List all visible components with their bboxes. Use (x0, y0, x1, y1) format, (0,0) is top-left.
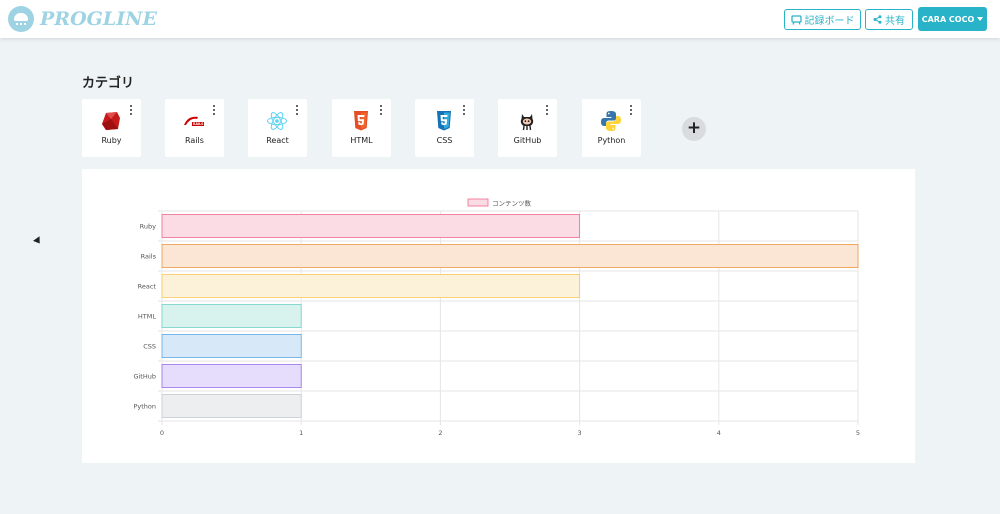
chart-panel: 0 1 2 3 4 5 Ruby Rails React HTML CSS GitHub Python コ… (82, 169, 915, 463)
mouse-cursor-icon (33, 236, 43, 246)
kebab-menu-icon[interactable] (129, 105, 133, 117)
react-icon (267, 112, 287, 130)
kebab-menu-icon[interactable] (212, 105, 216, 117)
legend-swatch (467, 198, 489, 207)
kebab-menu-icon[interactable] (545, 105, 549, 117)
y-tick-label: React (138, 283, 157, 291)
page-title: カテゴリ (82, 76, 135, 91)
ruby-icon (102, 112, 120, 130)
category-card-ruby[interactable]: Ruby (82, 99, 141, 157)
legend-label: コンテンツ数 (492, 199, 532, 208)
share-label: 共有 (885, 16, 905, 27)
y-tick-label: Ruby (140, 223, 156, 231)
python-icon (601, 111, 621, 131)
github-octocat-icon (520, 114, 534, 131)
x-tick-label: 4 (717, 429, 721, 437)
css3-icon (437, 111, 451, 131)
add-category-button[interactable]: + (682, 117, 706, 141)
category-label: GitHub (513, 136, 542, 145)
bar-rails (161, 244, 859, 268)
category-label: HTML (350, 136, 373, 145)
category-card-react[interactable]: React (248, 99, 307, 157)
x-tick-label: 2 (438, 429, 442, 437)
record-board-button[interactable]: 記録ボード (784, 9, 861, 30)
category-label: Ruby (101, 136, 122, 145)
content-count-bar-chart: 0 1 2 3 4 5 Ruby Rails React HTML CSS GitHub Python コ… (133, 198, 860, 438)
record-board-label: 記録ボード (804, 16, 855, 27)
category-label: Python (597, 136, 626, 145)
bar-html (161, 304, 302, 328)
y-tick-label: Rails (141, 253, 157, 261)
category-card-rails[interactable]: RAILS Rails (165, 99, 224, 157)
kebab-menu-icon[interactable] (629, 105, 633, 117)
category-card-python[interactable]: Python (582, 99, 641, 157)
kebab-menu-icon[interactable] (379, 105, 383, 117)
board-icon (790, 14, 802, 25)
share-button[interactable]: 共有 (865, 9, 913, 30)
user-name: CARA COCO (921, 14, 975, 24)
category-card-css[interactable]: CSS (415, 99, 474, 157)
category-label: CSS (436, 136, 453, 145)
x-tick-label: 3 (578, 429, 582, 437)
category-label: React (266, 136, 289, 145)
category-card-github[interactable]: GitHub (498, 99, 557, 157)
y-tick-label: HTML (138, 313, 156, 321)
y-tick-label: GitHub (133, 373, 156, 381)
kebab-menu-icon[interactable] (295, 105, 299, 117)
category-label: Rails (185, 136, 204, 145)
y-tick-label: Python (133, 403, 156, 411)
user-menu-button[interactable]: CARA COCO (918, 7, 987, 31)
kebab-menu-icon[interactable] (462, 105, 466, 117)
caret-down-icon (977, 17, 984, 21)
html5-icon (354, 111, 368, 131)
cloud-logo-icon (8, 6, 34, 32)
x-tick-label: 1 (299, 429, 303, 437)
share-icon (873, 15, 882, 24)
app-logo[interactable]: PROGLINE (8, 3, 157, 35)
top-navbar: PROGLINE 記録ボード 共有 CARA COCO (0, 0, 1000, 38)
category-card-html[interactable]: HTML (332, 99, 391, 157)
logo-text: PROGLINE (40, 8, 157, 30)
x-tick-label: 5 (856, 429, 860, 437)
bar-github (161, 364, 302, 388)
rails-icon: RAILS (184, 116, 204, 126)
bar-react (161, 274, 581, 298)
x-tick-label: 0 (160, 429, 164, 437)
bar-css (161, 334, 302, 358)
svg-text:RAILS: RAILS (193, 122, 204, 126)
bar-ruby (161, 214, 581, 238)
y-tick-label: CSS (143, 343, 156, 351)
bar-python (161, 394, 302, 418)
